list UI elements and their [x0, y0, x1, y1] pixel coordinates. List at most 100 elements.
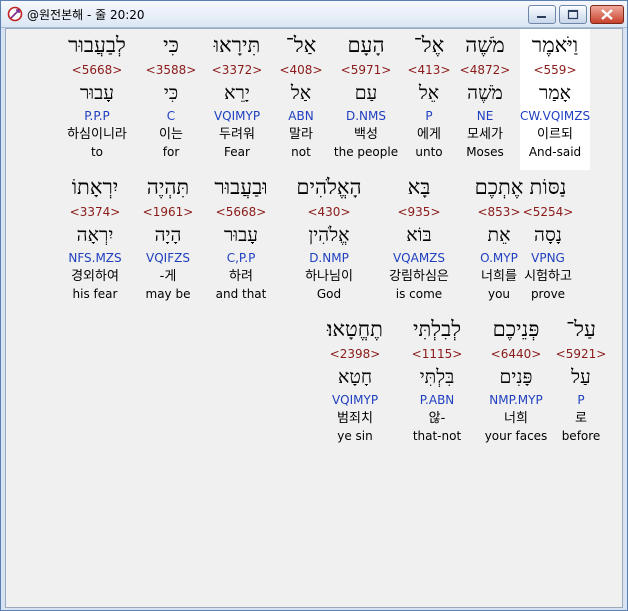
hebrew-word: הָאֱלֹהִים: [296, 175, 362, 199]
word-cell[interactable]: אֶתְכֶם <853> אֵת O.MYP 너희를 you: [464, 171, 534, 302]
korean-gloss: 너희: [504, 411, 528, 426]
korean-gloss: 범죄치: [337, 411, 373, 426]
lemma: אֱלֹהִין: [308, 224, 350, 246]
hebrew-word: וּבַעֲבוּר: [214, 175, 268, 199]
lemma: בִּלְתִּי: [419, 366, 455, 388]
parsing-code: VQIMYP: [331, 393, 379, 407]
hebrew-word: אֶתְכֶם: [474, 175, 524, 199]
hebrew-word: אַל־: [285, 33, 317, 57]
hebrew-word: עַל־: [566, 317, 596, 341]
english-gloss: unto: [415, 145, 443, 159]
word-cell[interactable]: לְבַעֲבוּר <5668> עָבוּר P.P.P 하심이니라 to: [62, 29, 132, 160]
word-cell[interactable]: יִרְאָתוֹ <3374> יִרְאָה NFS.MZS 경외하여 hi…: [60, 171, 130, 302]
strong-number: <2398>: [329, 347, 381, 361]
lemma: עַל: [571, 366, 591, 388]
parsing-code: VQAMZS: [392, 251, 446, 265]
english-gloss: to: [90, 145, 104, 159]
word-cell[interactable]: תִּהְיֶה <1961> הָיָה VQIFZS -게 may be: [133, 171, 203, 302]
word-cell[interactable]: עַל־ <5921> עַל P 로 before: [546, 313, 616, 444]
parsing-code: P: [577, 393, 585, 407]
word-cell[interactable]: בָּא <935> בּוֹא VQAMZS 강림하심은 is come: [384, 171, 454, 302]
minimize-button[interactable]: [528, 5, 556, 24]
parsing-code: VQIMYP: [213, 109, 261, 123]
strong-number: <1115>: [411, 347, 463, 361]
word-cell[interactable]: וּבַעֲבוּר <5668> עָבוּר C,P.P 하려 and th…: [206, 171, 276, 302]
lemma: כִּי: [163, 82, 179, 104]
lemma: יִרְאָה: [76, 224, 114, 246]
word-cell[interactable]: אֶל־ <413> אֵל P 에게 unto: [394, 29, 464, 160]
strong-number: <3588>: [145, 63, 197, 77]
strong-number: <430>: [307, 205, 351, 219]
title-bar[interactable]: @원전본해 - 줄 20:20: [1, 1, 627, 28]
korean-gloss: 않-: [428, 411, 446, 426]
english-gloss: that-not: [412, 429, 462, 443]
hebrew-word: הָעָם: [347, 33, 385, 57]
word-cell[interactable]: אַל־ <408> אַל ABN 말라 not: [266, 29, 336, 160]
korean-gloss: 두려워: [219, 127, 255, 142]
english-gloss: and that: [215, 287, 267, 301]
strong-number: <413>: [407, 63, 451, 77]
interlinear-panel[interactable]: וַיֹּאמֶר <559> אָמַר CW.VQIMZS 이르되 And-…: [5, 28, 623, 608]
hebrew-word: לְבִלְתִּי: [412, 317, 462, 341]
hebrew-word: בָּא: [407, 175, 431, 199]
parsing-code: P: [425, 109, 433, 123]
parsing-code: C: [166, 109, 176, 123]
parsing-code: NFS.MZS: [68, 251, 122, 265]
english-gloss: Fear: [224, 145, 250, 159]
word-cell[interactable]: פְּנֵיכֶם <6440> פָּנִים NMP.MYP 너희 your…: [481, 313, 551, 444]
strong-number: <935>: [397, 205, 441, 219]
word-cell[interactable]: כִּי <3588> כִּי C 이는 for: [136, 29, 206, 160]
hebrew-word: יִרְאָתוֹ: [71, 175, 119, 199]
english-gloss: ye sin: [337, 429, 373, 443]
lemma: פָּנִים: [499, 366, 533, 388]
maximize-button[interactable]: [559, 5, 587, 24]
hebrew-word: וַיֹּאמֶר: [531, 33, 579, 57]
lemma: עַם: [354, 82, 378, 104]
word-cell[interactable]: הָעָם <5971> עַם D.NMS 백성 the people: [331, 29, 401, 160]
strong-number: <3374>: [69, 205, 121, 219]
hebrew-word: תֶחֱטָאוּ׃: [327, 317, 383, 341]
maximize-icon: [567, 9, 579, 20]
parsing-code: D.NMP: [309, 251, 349, 265]
lemma: עָבוּר: [79, 82, 115, 104]
english-gloss: before: [561, 429, 601, 443]
english-gloss: God: [316, 287, 342, 301]
korean-gloss: 하려: [229, 269, 253, 284]
korean-gloss: 너희를: [481, 269, 517, 284]
lemma: הָיָה: [154, 224, 182, 246]
strong-number: <408>: [279, 63, 323, 77]
korean-gloss: 말라: [289, 127, 313, 142]
korean-gloss: 강림하심은: [389, 269, 449, 284]
strong-number: <5971>: [340, 63, 392, 77]
strong-number: <5668>: [215, 205, 267, 219]
parsing-code: ABN: [288, 109, 314, 123]
strong-number: <1961>: [142, 205, 194, 219]
strong-number: <6440>: [490, 347, 542, 361]
word-cell[interactable]: תִּירָאוּ <3372> יָרֵא VQIMYP 두려워 Fear: [202, 29, 272, 160]
strong-number: <5668>: [71, 63, 123, 77]
lemma: אֵת: [487, 224, 511, 246]
korean-gloss: 이는: [159, 127, 183, 142]
lemma: עָבוּר: [223, 224, 259, 246]
korean-gloss: 로: [575, 411, 587, 426]
korean-gloss: 경외하여: [71, 269, 119, 284]
korean-gloss: 백성: [354, 127, 378, 142]
word-cell[interactable]: הָאֱלֹהִים <430> אֱלֹהִין D.NMP 하나님이 God: [294, 171, 364, 302]
word-cell[interactable]: תֶחֱטָאוּ׃ <2398> חָטָא VQIMYP 범죄치 ye si…: [320, 313, 390, 444]
english-gloss: may be: [145, 287, 191, 301]
korean-gloss: 이르되: [537, 127, 573, 142]
word-cell[interactable]: וַיֹּאמֶר <559> אָמַר CW.VQIMZS 이르되 And-…: [520, 29, 590, 170]
word-cell[interactable]: לְבִלְתִּי <1115> בִּלְתִּי P.ABN 않- tha…: [402, 313, 472, 444]
english-gloss: your faces: [484, 429, 548, 443]
hebrew-word: לְבַעֲבוּר: [68, 33, 126, 57]
close-button[interactable]: [590, 5, 624, 24]
window-title: @원전본해 - 줄 20:20: [27, 8, 145, 22]
lemma: בּוֹא: [406, 224, 432, 246]
lemma: אֵל: [418, 82, 440, 104]
english-gloss: is come: [395, 287, 443, 301]
korean-gloss: -게: [159, 269, 177, 284]
minimize-icon: [537, 16, 546, 18]
parsing-code: O.MYP: [480, 251, 518, 265]
english-gloss: his fear: [72, 287, 118, 301]
korean-gloss: 하나님이: [305, 269, 353, 284]
